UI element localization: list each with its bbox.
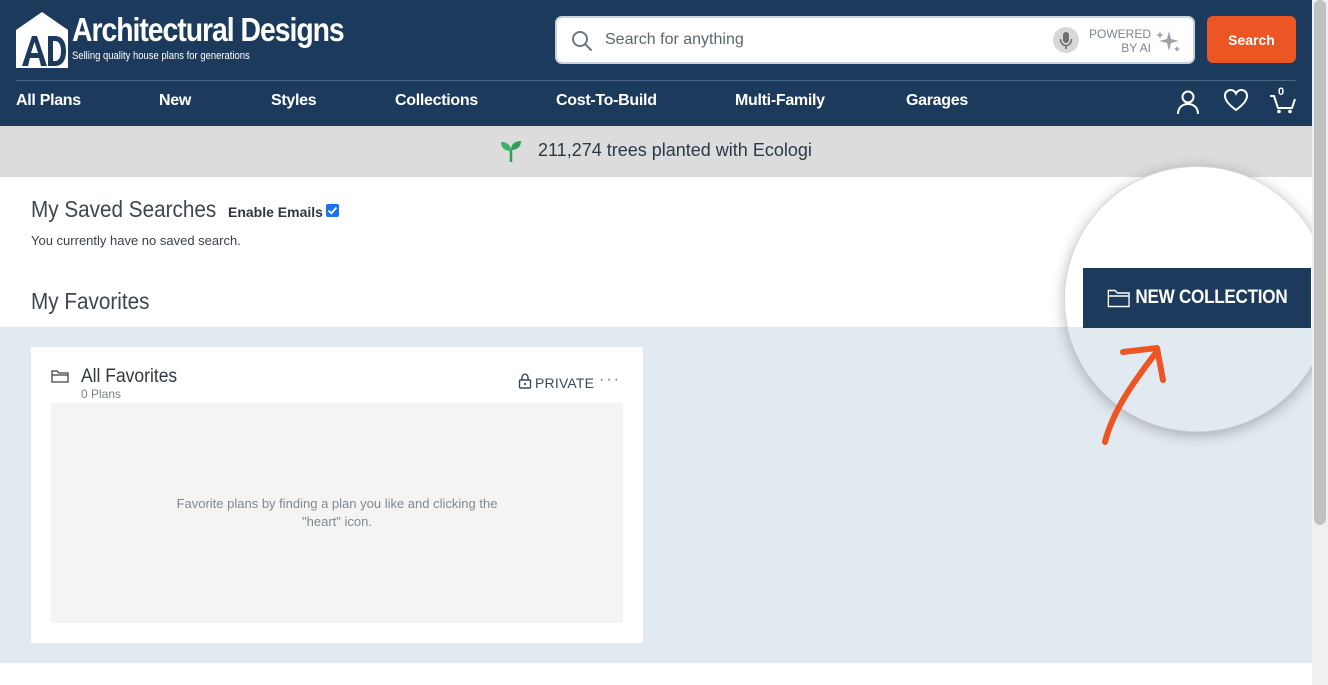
scrollbar-thumb[interactable] xyxy=(1314,0,1326,525)
nav-item-new[interactable]: New xyxy=(159,92,191,110)
logo-mark-icon xyxy=(16,12,68,68)
microphone-icon[interactable] xyxy=(1053,27,1079,53)
collection-plan-count: 0 Plans xyxy=(81,387,122,401)
search-input[interactable] xyxy=(605,26,1035,54)
search-icon xyxy=(571,30,593,52)
cart-count-badge: 0 xyxy=(1278,86,1285,98)
nav-item-styles[interactable]: Styles xyxy=(271,92,317,110)
nav-item-multi-family[interactable]: Multi-Family xyxy=(735,92,825,110)
folder-icon xyxy=(1107,288,1130,308)
powered-by-ai-label: POWERED BY AI xyxy=(1089,27,1152,55)
user-account-icon[interactable] xyxy=(1175,89,1201,115)
nav-item-all-plans[interactable]: All Plans xyxy=(16,92,81,110)
no-saved-search-text: You currently have no saved search. xyxy=(31,233,241,248)
heart-icon[interactable] xyxy=(1223,88,1249,112)
search-button[interactable]: Search xyxy=(1207,16,1296,63)
site-header: Architectural Designs Selling quality ho… xyxy=(0,0,1312,126)
sprout-icon xyxy=(498,138,524,164)
ecologi-banner: 211,274 trees planted with Ecologi xyxy=(0,126,1312,177)
main-nav: All Plans New Styles Collections Cost-To… xyxy=(0,82,1000,122)
search-bar: POWERED BY AI xyxy=(555,16,1195,64)
header-divider xyxy=(16,80,1296,81)
collection-title[interactable]: All Favorites xyxy=(81,366,177,388)
favorites-heading: My Favorites xyxy=(31,288,150,314)
brand-tagline: Selling quality house plans for generati… xyxy=(72,50,250,62)
collection-empty-state: Favorite plans by finding a plan you lik… xyxy=(51,403,623,623)
trees-planted-text: 211,274 trees planted with Ecologi xyxy=(538,140,812,160)
brand-logo[interactable]: Architectural Designs Selling quality ho… xyxy=(16,12,388,68)
privacy-toggle[interactable]: PRIVATE xyxy=(535,375,594,391)
more-options-icon[interactable]: ··· xyxy=(599,371,621,389)
new-collection-button[interactable]: NEW COLLECTION xyxy=(1083,268,1311,328)
empty-state-text: Favorite plans by finding a plan you lik… xyxy=(176,496,498,529)
orange-arrow-icon xyxy=(1095,340,1175,450)
page: Architectural Designs Selling quality ho… xyxy=(0,0,1328,685)
new-collection-label: NEW COLLECTION xyxy=(1135,287,1288,308)
brand-name: Architectural Designs xyxy=(72,11,345,48)
collection-card-all-favorites[interactable]: All Favorites 0 Plans PRIVATE ··· Favori… xyxy=(31,347,643,643)
saved-searches-heading: My Saved Searches xyxy=(31,196,217,222)
sparkle-icon xyxy=(1155,29,1181,53)
nav-item-cost-to-build[interactable]: Cost-To-Build xyxy=(556,92,657,110)
folder-icon xyxy=(51,369,69,383)
lock-icon xyxy=(518,373,532,389)
nav-item-garages[interactable]: Garages xyxy=(906,92,968,110)
enable-emails-checkbox[interactable] xyxy=(326,204,339,217)
nav-item-collections[interactable]: Collections xyxy=(395,92,478,110)
enable-emails-label: Enable Emails xyxy=(228,204,323,220)
